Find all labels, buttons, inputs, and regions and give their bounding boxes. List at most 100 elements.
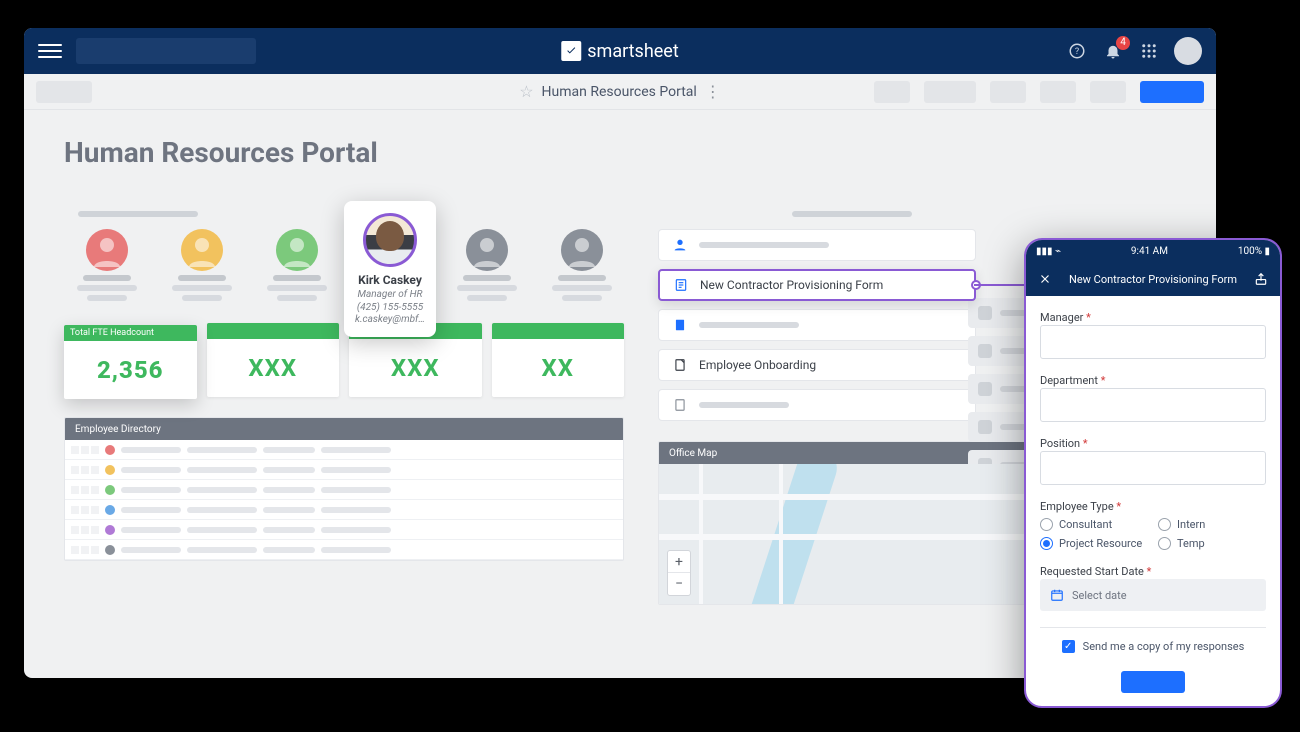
mobile-form-preview: ▮▮▮ ⌁ 9:41 AM 100% ▮ New Contractor Prov… xyxy=(1024,238,1282,708)
svg-text:?: ? xyxy=(1075,47,1079,57)
toolbar-btn-5[interactable] xyxy=(1090,81,1126,103)
person-card[interactable] xyxy=(64,229,149,301)
table-row[interactable] xyxy=(65,540,623,560)
notifications-icon[interactable]: 4 xyxy=(1102,40,1124,62)
quick-link-form[interactable]: New Contractor Provisioning Form xyxy=(658,269,976,301)
table-row[interactable] xyxy=(65,500,623,520)
copy-checkbox[interactable]: ✓ xyxy=(1062,640,1075,653)
form-icon xyxy=(672,276,690,294)
zoom-in-button[interactable]: + xyxy=(668,551,690,573)
department-field[interactable] xyxy=(1040,388,1266,422)
position-field[interactable] xyxy=(1040,451,1266,485)
status-battery: 100% ▮ xyxy=(1238,246,1270,257)
radio-intern[interactable]: Intern xyxy=(1158,518,1266,531)
directory-title: Employee Directory xyxy=(65,418,623,440)
copy-label: Send me a copy of my responses xyxy=(1083,640,1245,653)
kpi-value: 2,356 xyxy=(64,341,197,399)
start-date-label: Requested Start Date * xyxy=(1040,565,1151,578)
radio-temp[interactable]: Temp xyxy=(1158,537,1266,550)
toolbar-back[interactable] xyxy=(36,81,92,103)
person-role: Manager of HR xyxy=(352,289,428,302)
person-card[interactable] xyxy=(254,229,339,301)
person-email: k.caskey@mbf… xyxy=(352,314,428,327)
star-icon[interactable]: ☆ xyxy=(519,82,533,101)
toolbar-right xyxy=(874,81,1204,103)
toolbar-btn-4[interactable] xyxy=(1040,81,1076,103)
submit-button[interactable] xyxy=(1121,671,1185,693)
avatar-icon xyxy=(181,229,223,271)
date-placeholder: Select date xyxy=(1072,589,1127,602)
person-card[interactable] xyxy=(444,229,529,301)
toolbar: ☆ Human Resources Portal ⋮ xyxy=(24,74,1216,110)
quick-link-onboarding[interactable]: Employee Onboarding xyxy=(658,349,976,381)
person-name: Kirk Caskey xyxy=(352,273,428,287)
avatar-icon xyxy=(561,229,603,271)
quick-link-ghost[interactable] xyxy=(658,389,976,421)
close-icon[interactable] xyxy=(1036,270,1054,288)
table-row[interactable] xyxy=(65,480,623,500)
breadcrumb: ☆ Human Resources Portal ⋮ xyxy=(519,82,721,101)
document-icon xyxy=(671,356,689,374)
radio-project[interactable]: Project Resource xyxy=(1040,537,1148,550)
user-avatar[interactable] xyxy=(1174,37,1202,65)
primary-action-button[interactable] xyxy=(1140,81,1204,103)
toolbar-btn-2[interactable] xyxy=(924,81,976,103)
breadcrumb-title: Human Resources Portal xyxy=(542,84,697,100)
brand-logo: smartsheet xyxy=(561,41,678,62)
phone-navbar: New Contractor Provisioning Form xyxy=(1026,262,1280,296)
kpi-2[interactable]: XXX xyxy=(207,323,340,397)
radio-consultant[interactable]: Consultant xyxy=(1040,518,1148,531)
share-icon[interactable] xyxy=(1252,270,1270,288)
table-row[interactable] xyxy=(65,520,623,540)
person-popover: Kirk Caskey Manager of HR (425) 155-5555… xyxy=(344,201,436,337)
phone-title: New Contractor Provisioning Form xyxy=(1062,273,1244,286)
brand-text: smartsheet xyxy=(587,41,678,62)
quick-link-ghost[interactable] xyxy=(658,309,976,341)
employee-type-label: Employee Type * xyxy=(1040,500,1121,513)
topbar-right: ? 4 xyxy=(1066,37,1202,65)
manager-field[interactable] xyxy=(1040,325,1266,359)
kpi-4[interactable]: XX xyxy=(492,323,625,397)
avatar-icon xyxy=(466,229,508,271)
table-row[interactable] xyxy=(65,460,623,480)
kpi-label: Total FTE Headcount xyxy=(64,325,197,341)
menu-button[interactable] xyxy=(38,39,62,63)
toolbar-btn-1[interactable] xyxy=(874,81,910,103)
workspace-selector[interactable] xyxy=(76,38,256,64)
table-row[interactable] xyxy=(65,440,623,460)
people-row: Kirk Caskey Manager of HR (425) 155-5555… xyxy=(64,229,624,301)
kpi-row: Total FTE Headcount 2,356 XXX XXX XX xyxy=(64,323,624,397)
left-column: Kirk Caskey Manager of HR (425) 155-5555… xyxy=(64,205,624,605)
form-body: Manager * Department * Position * Employ… xyxy=(1026,296,1280,703)
position-label: Position * xyxy=(1040,437,1088,450)
directory-grid xyxy=(65,440,623,560)
kpi-headcount[interactable]: Total FTE Headcount 2,356 xyxy=(64,325,197,399)
toolbar-btn-3[interactable] xyxy=(990,81,1026,103)
quick-link-ghost[interactable] xyxy=(658,229,976,261)
quick-link-label: New Contractor Provisioning Form xyxy=(700,278,883,292)
users-icon xyxy=(671,236,689,254)
calendar-icon xyxy=(1050,588,1064,602)
start-date-field[interactable]: Select date xyxy=(1040,579,1266,611)
help-icon[interactable]: ? xyxy=(1066,40,1088,62)
manager-label: Manager * xyxy=(1040,311,1091,324)
map-zoom: + − xyxy=(667,550,691,596)
note-icon xyxy=(671,396,689,414)
apps-icon[interactable] xyxy=(1138,40,1160,62)
person-phone: (425) 155-5555 xyxy=(352,302,428,315)
page-title: Human Resources Portal xyxy=(64,136,1176,169)
department-label: Department * xyxy=(1040,374,1105,387)
copy-row[interactable]: ✓ Send me a copy of my responses xyxy=(1040,640,1266,653)
directory-panel: Employee Directory xyxy=(64,417,624,561)
avatar xyxy=(363,213,417,267)
book-icon xyxy=(671,316,689,334)
person-card[interactable] xyxy=(159,229,244,301)
signal-icon: ▮▮▮ ⌁ xyxy=(1036,246,1061,257)
zoom-out-button[interactable]: − xyxy=(668,573,690,595)
employee-type-radios: Consultant Intern Project Resource Temp xyxy=(1040,518,1266,550)
kebab-icon[interactable]: ⋮ xyxy=(705,82,721,101)
phone-statusbar: ▮▮▮ ⌁ 9:41 AM 100% ▮ xyxy=(1026,240,1280,262)
person-card[interactable] xyxy=(539,229,624,301)
divider xyxy=(1040,627,1266,628)
topbar: smartsheet ? 4 xyxy=(24,28,1216,74)
